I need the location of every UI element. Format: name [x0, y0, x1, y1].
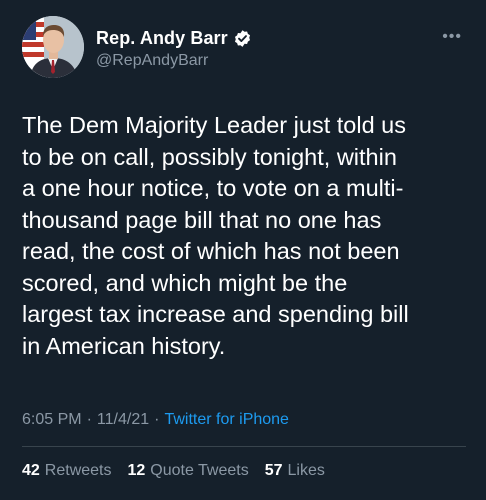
meta-separator: ·: [154, 411, 160, 428]
quote-tweets-stat[interactable]: 12 Quote Tweets: [128, 462, 249, 480]
more-horizontal-icon[interactable]: •••: [442, 29, 462, 45]
display-name[interactable]: Rep. Andy Barr: [96, 28, 228, 49]
verified-badge-icon: [233, 29, 252, 48]
likes-label: Likes: [287, 462, 325, 479]
quote-tweets-count: 12: [127, 462, 146, 479]
tweet-time[interactable]: 6:05 PM: [22, 411, 82, 429]
tweet-date[interactable]: 11/4/21: [97, 411, 149, 429]
divider: [22, 446, 466, 447]
tweet-header: Rep. Andy Barr @RepAndyBarr •••: [20, 14, 466, 80]
tweet-metadata: 6:05 PM · 11/4/21 · Twitter for iPhone: [22, 411, 289, 429]
tweet-source-link[interactable]: Twitter for iPhone: [164, 411, 289, 429]
quote-tweets-label: Quote Tweets: [150, 462, 249, 479]
author-names: Rep. Andy Barr @RepAndyBarr: [96, 26, 252, 70]
display-name-row: Rep. Andy Barr: [96, 26, 252, 50]
tweet-card: Rep. Andy Barr @RepAndyBarr ••• The Dem …: [0, 0, 486, 500]
tweet-text: The Dem Majority Leader just told us to …: [22, 112, 409, 359]
retweets-count: 42: [22, 462, 40, 479]
retweets-stat[interactable]: 42 Retweets: [22, 462, 112, 480]
likes-stat[interactable]: 57 Likes: [265, 462, 325, 480]
meta-separator: ·: [86, 411, 92, 428]
avatar-image: [22, 16, 84, 78]
likes-count: 57: [264, 462, 283, 479]
retweets-label: Retweets: [44, 462, 112, 479]
engagement-stats: 42 Retweets 12 Quote Tweets 57 Likes: [22, 462, 341, 480]
avatar[interactable]: [22, 16, 84, 78]
author-handle[interactable]: @RepAndyBarr: [96, 52, 252, 70]
